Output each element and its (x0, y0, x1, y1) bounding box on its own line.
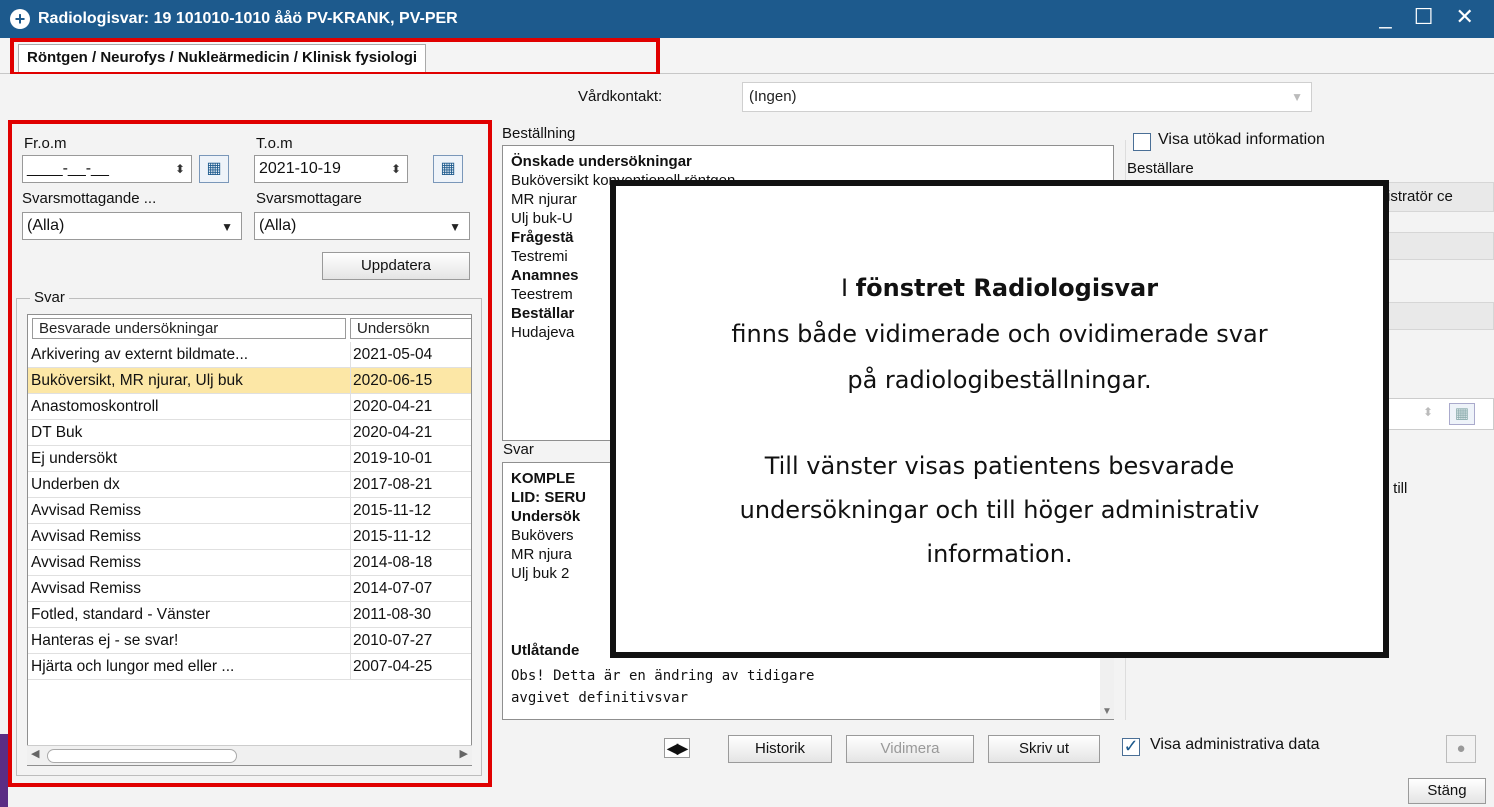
visa-admin-label: Visa administrativa data (1150, 736, 1320, 753)
text-line: Önskade undersökningar (511, 153, 692, 170)
admin-field (1384, 302, 1494, 330)
utlatande-text: Obs! Detta är en ändring av tidigare avg… (511, 665, 814, 709)
vardkontakt-label: Vårdkontakt: (578, 88, 663, 105)
utlatande-label: Utlåtande (511, 642, 580, 659)
callout-line-6: information. (926, 540, 1073, 568)
window-title: Radiologisvar: 19 101010-1010 ååö PV-KRA… (38, 10, 458, 27)
skriv-ut-button[interactable]: Skriv ut (988, 735, 1100, 763)
info-callout: I fönstret Radiologisvar finns både vidi… (610, 180, 1389, 658)
chevron-down-icon: ▼ (1291, 90, 1303, 104)
left-edge-accent (0, 734, 8, 807)
plus-cross-icon: + (10, 9, 30, 29)
visa-utokad-label: Visa utökad information (1158, 131, 1325, 148)
highlight-box-tab (10, 38, 660, 76)
spinner-icon[interactable]: ⬍ (1423, 405, 1433, 419)
window-title-bar: + Radiologisvar: 19 101010-1010 ååö PV-K… (0, 0, 1494, 38)
utlatande-line: Obs! Detta är en ändring av tidigare (511, 668, 815, 684)
callout-prefix: I (840, 274, 856, 302)
scroll-down-icon[interactable]: ▼ (1102, 706, 1112, 717)
bestallare-label: Beställare (1127, 160, 1194, 177)
stang-button[interactable]: Stäng (1408, 778, 1486, 804)
callout-line-5: undersökningar och till höger administra… (739, 496, 1260, 524)
visa-admin-checkbox[interactable]: ✓ (1122, 737, 1140, 756)
vardkontakt-value: (Ingen) (749, 88, 797, 105)
historik-button[interactable]: Historik (728, 735, 832, 763)
calendar-icon[interactable]: ▦ (1449, 403, 1475, 425)
callout-bold: fönstret Radiologisvar (855, 274, 1159, 302)
callout-line-4: Till vänster visas patientens besvarade (764, 452, 1235, 480)
vidimera-button[interactable]: Vidimera (846, 735, 974, 763)
admin-date-field[interactable]: ⬍ ▦ (1384, 398, 1494, 430)
visa-utokad-checkbox[interactable] (1133, 133, 1151, 151)
callout-line-2: finns både vidimerade och ovidimerade sv… (731, 320, 1268, 348)
window-controls[interactable]: _ ☐ ✕ (1379, 4, 1482, 30)
admin-partial-text: istratör ce (1387, 188, 1453, 205)
highlight-box-left (8, 120, 492, 787)
vardkontakt-select[interactable]: (Ingen) ▼ (742, 82, 1312, 112)
bestallning-label: Beställning (502, 125, 576, 142)
admin-field (1384, 232, 1494, 260)
callout-line-3: på radiologibeställningar. (847, 366, 1152, 394)
utlatande-line: avgivet definitivsvar (511, 690, 689, 706)
minus-circle-icon[interactable]: ● (1446, 735, 1476, 763)
nav-arrows-button[interactable]: ◀▶ (664, 738, 690, 758)
callout-line-1: I fönstret Radiologisvar (616, 274, 1383, 302)
svar-label: Svar (503, 441, 534, 458)
